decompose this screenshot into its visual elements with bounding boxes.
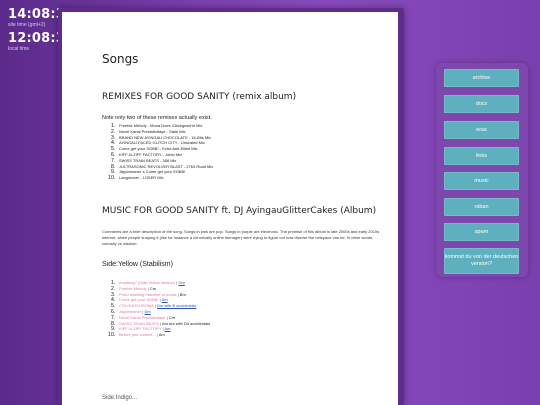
nav-links-button[interactable]: links [444, 147, 519, 165]
music-description: Comments are a brief description of the … [102, 228, 380, 246]
chord-text: Cm [149, 285, 157, 291]
remixes-list: Freebie Melody - Mona Does Glückgeschrt … [102, 123, 382, 181]
remixes-heading: REMIXES FOR GOOD SANITY (remix album) [102, 92, 297, 102]
nav-eras-button[interactable]: eras [444, 121, 519, 139]
song-title: Proto washing machine to music [119, 291, 177, 297]
chord-link[interactable]: Am [162, 297, 168, 302]
nav-archive-button[interactable]: archive [444, 69, 519, 87]
chord-link[interactable]: Dm [145, 309, 151, 314]
chord-link[interactable]: Gm [178, 280, 184, 285]
next-side-heading: Side:Indigo... [102, 395, 138, 401]
song-title: Jägomeaner [119, 308, 142, 314]
list-item: Before you commit... | Am [117, 332, 382, 338]
nav-raban-button[interactable]: raban [444, 198, 519, 216]
song-title: Novel Kanal Prestidivitaye [119, 314, 166, 320]
chord-text: Am [158, 332, 165, 338]
side-list: Anything? (Side:Yellow version) | Gm Fre… [102, 280, 382, 338]
remixes-note: Note only two of these remixes actually … [102, 115, 212, 121]
chord-link[interactable]: Am [165, 326, 171, 331]
song-title: SWISS TRAIN BEATS [119, 320, 159, 326]
nav-spam-button[interactable]: spam [444, 223, 519, 241]
chord-link[interactable]: Dm with B accidentals [157, 303, 196, 308]
nav-music-button[interactable]: music [444, 172, 519, 190]
song-title: Freebie Melody [119, 285, 147, 291]
song-title: Before you commit... [119, 332, 156, 338]
song-title: Anything? (Side:Yellow version) [119, 279, 176, 285]
song-title: Come get your SGBB! [119, 297, 159, 303]
page-title: Songs [102, 52, 139, 66]
main-page[interactable]: Songs REMIXES FOR GOOD SANITY (remix alb… [62, 12, 398, 405]
side-heading: Side:Yellow (Stabilism) [102, 260, 173, 268]
nav-german-version-button[interactable]: kommst du von der deutschen version? [444, 248, 519, 274]
chord-text: Cm [168, 314, 175, 320]
song-title: COLOURCHROMA [119, 303, 154, 309]
chord-text: Am but with D# accidentals [161, 320, 211, 326]
nav-german-version-label: kommst du von der deutschen version? [444, 254, 519, 267]
chord-text: Bm [179, 291, 186, 297]
nav-docs-button[interactable]: docs [444, 95, 519, 113]
song-title: KIFF-N-ZIFF FACTORY [119, 326, 162, 332]
page-content: Songs REMIXES FOR GOOD SANITY (remix alb… [102, 52, 382, 338]
music-heading: MUSIC FOR GOOD SANITY ft. DJ AyingauGlit… [102, 205, 377, 216]
